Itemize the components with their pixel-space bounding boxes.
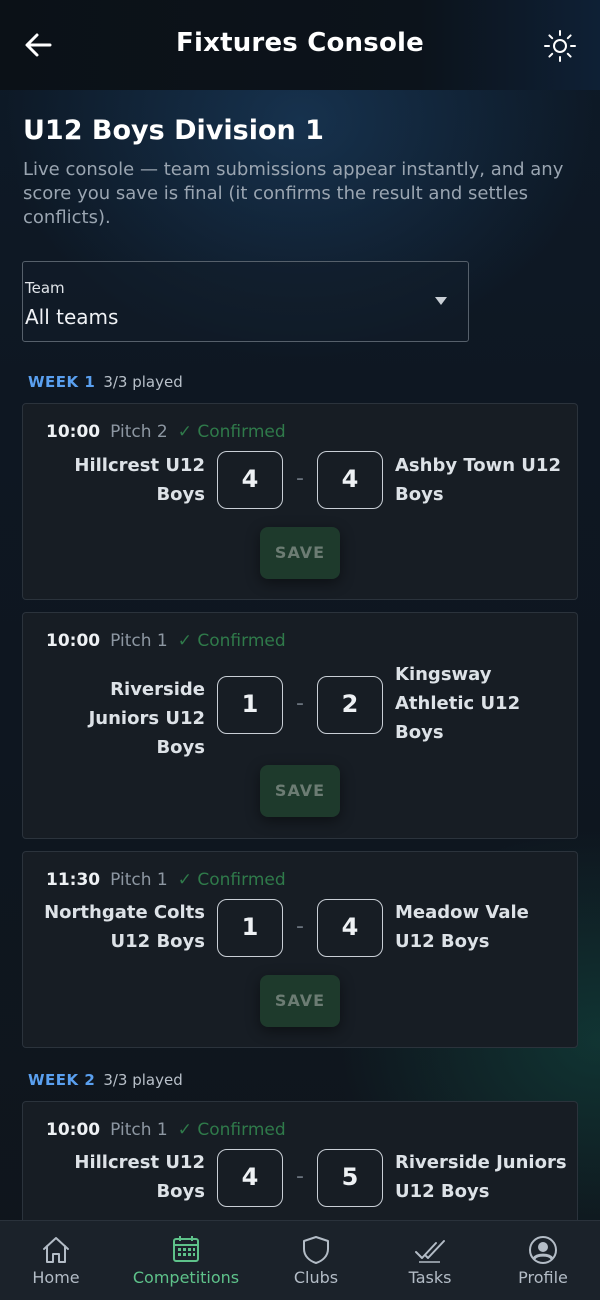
fixture-pitch: Pitch 2 <box>110 422 168 442</box>
week-played-count: 3/3 played <box>103 1071 183 1089</box>
nav-home[interactable]: Home <box>10 1221 102 1300</box>
week-header: WEEK 2 3/3 played <box>28 1071 183 1089</box>
app-screen: Fixtures Console U12 Boys Division 1 Liv… <box>0 0 600 1300</box>
bottom-navigation: Home Competitions Clubs Tasks Profile <box>0 1220 600 1300</box>
page-description: Live console — team submissions appear i… <box>23 159 564 228</box>
home-team-name: Hillcrest U12 Boys <box>74 1152 205 1202</box>
page-title: U12 Boys Division 1 <box>23 115 324 146</box>
nav-label: Competitions <box>132 1268 240 1287</box>
fixture-pitch: Pitch 1 <box>110 631 168 651</box>
home-team-name: Riverside Juniors U12 Boys <box>88 679 205 758</box>
fixture-card: 10:00 Pitch 2 ✓ Confirmed Hillcrest U12 Bo… <box>22 403 578 600</box>
week-label: WEEK 1 <box>28 373 96 391</box>
app-bar-title: Fixtures Console <box>176 28 424 58</box>
home-score-input[interactable]: 4 <box>217 1149 283 1207</box>
away-score-input[interactable]: 4 <box>317 451 383 509</box>
away-team-name: Kingsway Athletic U12 Boys <box>395 664 521 743</box>
home-icon <box>43 1237 69 1263</box>
fixture-card: 10:00 Pitch 1 ✓ Confirmed Riverside Junior… <box>22 612 578 839</box>
double-check-icon <box>415 1240 445 1263</box>
team-select[interactable]: Team All teams <box>22 261 469 342</box>
fixture-time: 10:00 <box>46 631 101 651</box>
fixture-meta: 10:00 Pitch 1 ✓ Confirmed <box>46 631 286 651</box>
home-score-input[interactable]: 4 <box>217 451 283 509</box>
score-separator: - <box>296 691 304 716</box>
score-separator: - <box>296 914 304 939</box>
home-score-input[interactable]: 1 <box>217 676 283 734</box>
week-label: WEEK 2 <box>28 1071 96 1089</box>
nav-competitions[interactable]: Competitions <box>122 1221 250 1300</box>
brightness-icon[interactable] <box>542 28 578 64</box>
top-app-bar: Fixtures Console <box>0 0 600 90</box>
home-team-name: Hillcrest U12 Boys <box>74 455 205 505</box>
fixture-pitch: Pitch 1 <box>110 1120 168 1140</box>
fixture-meta: 11:30 Pitch 1 ✓ Confirmed <box>46 870 286 890</box>
nav-clubs[interactable]: Clubs <box>270 1221 362 1300</box>
score-separator: - <box>296 466 304 491</box>
team-select-value: All teams <box>25 305 119 329</box>
team-select-label: Team <box>25 279 65 297</box>
home-team-name: Northgate Colts U12 Boys <box>44 902 205 952</box>
fixture-meta: 10:00 Pitch 2 ✓ Confirmed <box>46 422 286 442</box>
fixture-pitch: Pitch 1 <box>110 870 168 890</box>
away-team-name: Ashby Town U12 Boys <box>395 455 561 505</box>
save-button[interactable]: SAVE <box>260 975 340 1027</box>
fixture-status: ✓ Confirmed <box>177 1120 286 1140</box>
nav-label: Home <box>32 1268 80 1287</box>
home-score-input[interactable]: 1 <box>217 899 283 957</box>
user-circle-icon <box>529 1236 557 1264</box>
fixture-time: 10:00 <box>46 1120 101 1140</box>
fixture-status: ✓ Confirmed <box>177 870 286 890</box>
away-team-name: Riverside Juniors U12 Boys <box>395 1152 567 1202</box>
fixture-card: 11:30 Pitch 1 ✓ Confirmed Northgate Colts … <box>22 851 578 1048</box>
fixture-status: ✓ Confirmed <box>177 631 286 651</box>
save-button[interactable]: SAVE <box>260 765 340 817</box>
score-separator: - <box>296 1164 304 1189</box>
nav-label: Clubs <box>293 1268 339 1287</box>
fixture-time: 10:00 <box>46 422 101 442</box>
nav-label: Profile <box>518 1268 568 1287</box>
week-played-count: 3/3 played <box>103 373 183 391</box>
fixture-status: ✓ Confirmed <box>177 422 286 442</box>
save-button[interactable]: SAVE <box>260 527 340 579</box>
nav-label: Tasks <box>408 1268 452 1287</box>
away-score-input[interactable]: 2 <box>317 676 383 734</box>
away-score-input[interactable]: 4 <box>317 899 383 957</box>
week-header: WEEK 1 3/3 played <box>28 373 183 391</box>
nav-profile[interactable]: Profile <box>497 1221 589 1300</box>
away-score-input[interactable]: 5 <box>317 1149 383 1207</box>
fixture-meta: 10:00 Pitch 1 ✓ Confirmed <box>46 1120 286 1140</box>
caret-down-icon <box>435 297 447 305</box>
fixture-time: 11:30 <box>46 870 101 890</box>
nav-tasks[interactable]: Tasks <box>384 1221 476 1300</box>
calendar-icon <box>173 1236 199 1262</box>
shield-icon <box>303 1236 329 1264</box>
away-team-name: Meadow Vale U12 Boys <box>395 902 529 952</box>
